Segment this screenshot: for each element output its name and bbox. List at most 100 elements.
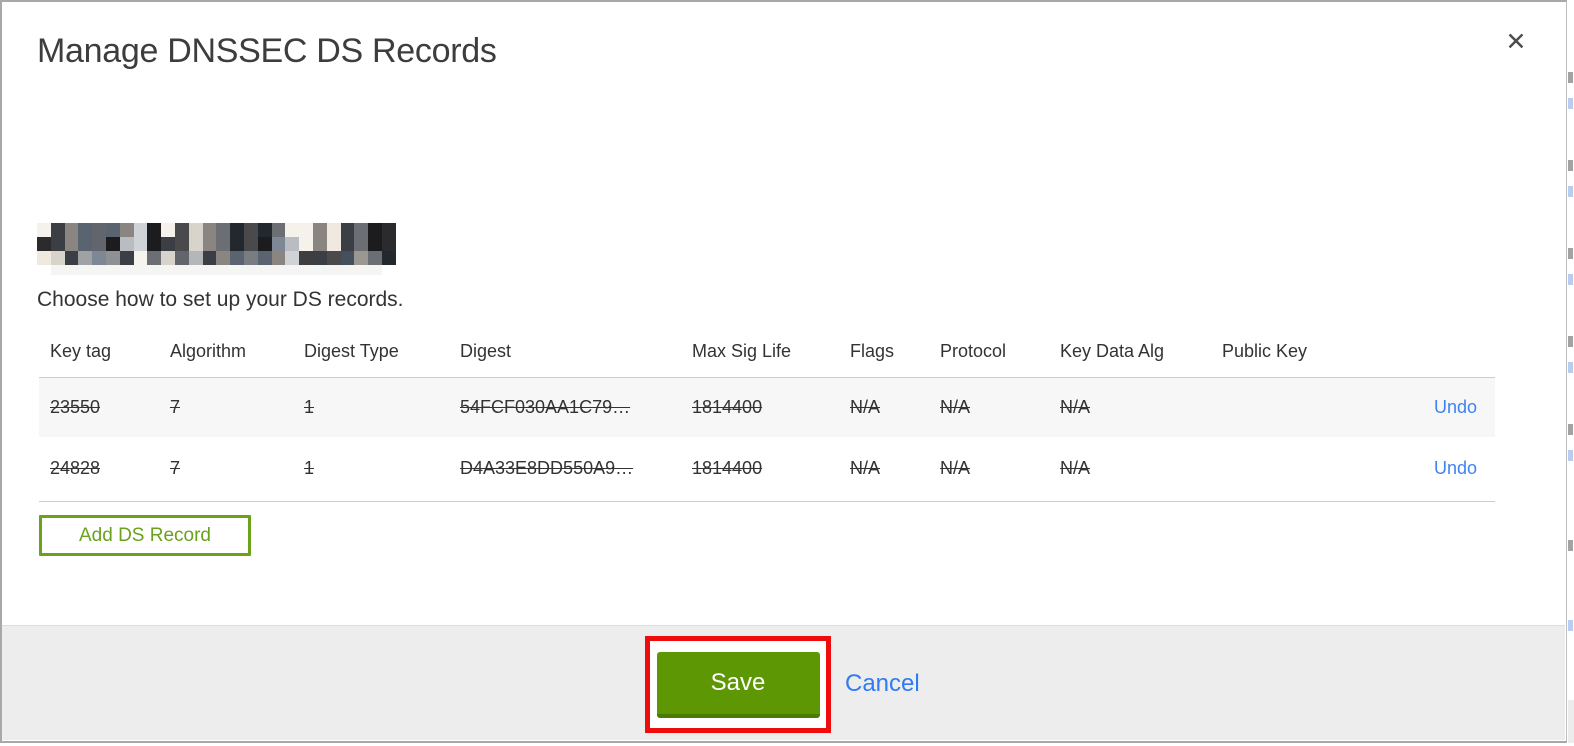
redaction-pixel [50, 237, 65, 251]
cell-action: Undo [1391, 378, 1495, 437]
background-text-fragment [1568, 160, 1573, 171]
redaction-pixel [230, 223, 244, 237]
redaction-pixel [161, 251, 175, 265]
redaction-pixel [326, 251, 341, 265]
redaction-pixel [340, 223, 355, 237]
redaction-pixel [174, 237, 189, 251]
redaction-pixel [105, 237, 120, 251]
redaction-pixel [243, 237, 258, 251]
redacted-domain-shadow [51, 265, 382, 275]
cell-protocol: N/A [929, 436, 1049, 502]
redaction-pixel [271, 223, 286, 237]
redaction-pixel [202, 237, 217, 251]
redaction-pixel [340, 237, 355, 251]
cell-action: Undo [1391, 436, 1495, 502]
redaction-pixel [299, 223, 313, 237]
redaction-pixel [381, 251, 396, 265]
redaction-pixel [133, 223, 148, 237]
redaction-pixel [230, 237, 244, 251]
add-ds-record-button[interactable]: Add DS Record [39, 515, 251, 556]
redaction-pixel [299, 251, 313, 265]
column-header-protocol: Protocol [929, 333, 1049, 378]
cell-protocol: N/A [940, 396, 971, 417]
column-header-digest-type: Digest Type [293, 333, 449, 378]
cancel-link[interactable]: Cancel [845, 670, 920, 698]
ds-records-table-wrap: Key tag Algorithm Digest Type Digest Max Sig… [39, 333, 1495, 502]
redaction-pixel [243, 223, 258, 237]
close-icon[interactable]: ✕ [1498, 24, 1534, 60]
redaction-pixel [105, 251, 120, 265]
cell-digest: 54FCF030AA1C79… [460, 396, 631, 417]
background-page-sliver [1568, 0, 1574, 746]
background-text-fragment [1568, 424, 1573, 435]
redaction-pixel [64, 251, 79, 265]
redaction-pixel [243, 251, 258, 265]
redaction-pixel [78, 251, 93, 265]
cell-algorithm: 7 [159, 436, 293, 502]
redacted-domain-name [37, 223, 396, 265]
cell-flags: N/A [839, 436, 929, 502]
table-body: 23550 7 1 54FCF030AA1C79… 1814400 N/A N/A N/A Un… [39, 377, 1495, 502]
cell-digest-type: 1 [304, 396, 315, 417]
background-text-fragment [1568, 72, 1573, 83]
redaction-pixel [119, 251, 134, 265]
redaction-pixel [216, 251, 231, 265]
redaction-pixel [92, 237, 106, 251]
column-header-digest: Digest [449, 333, 681, 378]
redaction-pixel [354, 223, 369, 237]
background-link-fragment [1568, 362, 1573, 373]
redaction-pixel [202, 223, 217, 237]
background-link-fragment [1568, 98, 1573, 109]
cell-key-tag: 23550 [50, 396, 101, 417]
redaction-pixel [105, 223, 120, 237]
redaction-pixel [230, 251, 244, 265]
column-header-flags: Flags [839, 333, 929, 378]
modal-footer: Save Cancel [2, 625, 1565, 740]
cell-key-data-alg: N/A [1060, 396, 1091, 417]
background-link-fragment [1568, 450, 1573, 461]
redaction-pixel [285, 223, 300, 237]
redaction-pixel [299, 237, 313, 251]
redaction-pixel [133, 251, 148, 265]
background-text-fragment [1568, 540, 1573, 551]
table-row: 24828 7 1 D4A33E8DD550A9… 1814400 N/A N/A N/A Un… [39, 436, 1495, 502]
ds-records-table: Key tag Algorithm Digest Type Digest Max Sig… [39, 333, 1495, 502]
background-link-fragment [1568, 274, 1573, 285]
cell-digest: D4A33E8DD550A9… [449, 436, 681, 502]
redaction-pixel [147, 237, 162, 251]
redaction-pixel [147, 251, 162, 265]
cell-algorithm: 7 [170, 396, 181, 417]
cell-key-tag: 24828 [39, 436, 159, 502]
redaction-pixel [133, 237, 148, 251]
redaction-pixel [188, 223, 203, 237]
background-text-fragment [1568, 248, 1573, 259]
cell-digest-type: 1 [293, 436, 449, 502]
save-button[interactable]: Save [656, 651, 820, 718]
setup-instruction-text: Choose how to set up your DS records. [37, 288, 404, 311]
column-header-key-data-alg: Key Data Alg [1049, 333, 1211, 378]
redaction-pixel [216, 237, 231, 251]
column-header-max-sig-life: Max Sig Life [681, 333, 839, 378]
column-header-public-key: Public Key [1211, 333, 1391, 378]
cell-max-sig-life: 1814400 [681, 436, 839, 502]
redaction-pixel [174, 223, 189, 237]
column-header-key-tag: Key tag [39, 333, 159, 378]
table-row: 23550 7 1 54FCF030AA1C79… 1814400 N/A N/A N/A Un… [39, 377, 1495, 437]
redaction-pixel [285, 237, 300, 251]
redaction-pixel [78, 223, 93, 237]
column-header-actions [1391, 333, 1495, 378]
cell-key-data-alg: N/A [1049, 436, 1211, 502]
table-header-row: Key tag Algorithm Digest Type Digest Max Sig… [39, 333, 1495, 378]
redaction-pixel [64, 237, 79, 251]
background-footer-sliver [1568, 700, 1574, 746]
redaction-pixel [202, 251, 217, 265]
redaction-pixel [312, 251, 327, 265]
column-header-algorithm: Algorithm [159, 333, 293, 378]
undo-link[interactable]: Undo [1434, 458, 1477, 478]
undo-link[interactable]: Undo [1434, 397, 1477, 417]
redaction-pixel [271, 251, 286, 265]
redaction-pixel [326, 223, 341, 237]
redaction-pixel [174, 251, 189, 265]
screenshot-canvas: Manage DNSSEC DS Records ✕ Choose how to… [0, 0, 1574, 746]
redaction-pixel [37, 223, 51, 237]
